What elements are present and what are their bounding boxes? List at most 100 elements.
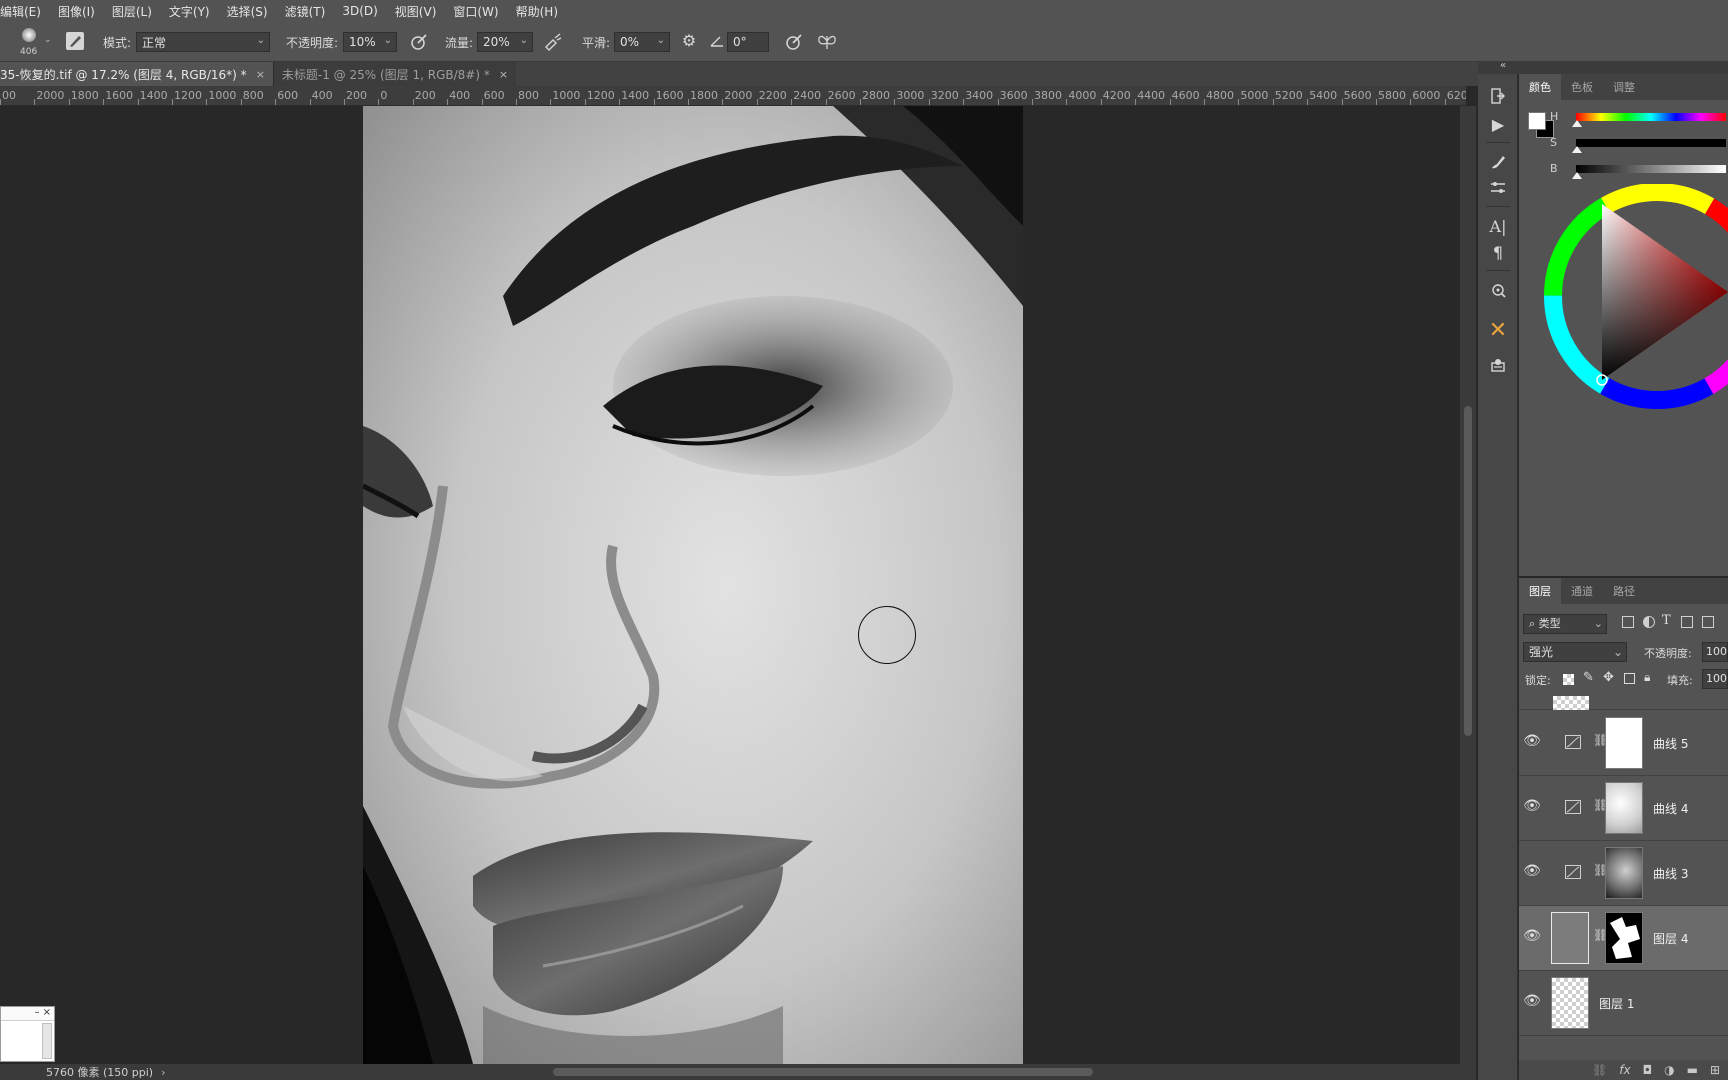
visibility-eye-icon[interactable]: 👁︎: [1523, 993, 1541, 1011]
layer-comps-icon[interactable]: [1484, 354, 1512, 378]
tab-color[interactable]: 颜色: [1519, 74, 1561, 100]
menu-type[interactable]: 文字(Y): [169, 3, 210, 20]
menu-window[interactable]: 窗口(W): [453, 3, 498, 20]
lock-all-icon[interactable]: 🔒︎: [1644, 670, 1650, 685]
airbrush-icon[interactable]: [543, 32, 563, 52]
saturation-slider[interactable]: [1576, 139, 1726, 147]
layer-row-partial[interactable]: [1519, 694, 1728, 710]
color-wheel[interactable]: [1519, 184, 1728, 434]
menu-image[interactable]: 图像(I): [58, 3, 95, 20]
play-actions-icon[interactable]: ▶: [1484, 112, 1512, 136]
mask-icon[interactable]: ◘: [1643, 1063, 1653, 1077]
smoothing-field[interactable]: 0% ⌄: [614, 32, 670, 52]
vertical-scrollbar[interactable]: [1460, 106, 1476, 1064]
lock-pixels-icon[interactable]: ✎: [1583, 670, 1594, 685]
layer-row-curves-3[interactable]: 👁︎ ⛓ 曲线 3: [1519, 841, 1728, 906]
saturation-brightness-triangle[interactable]: [1602, 204, 1728, 380]
layer-row-curves-4[interactable]: 👁︎ ⛓ 曲线 4: [1519, 776, 1728, 841]
link-icon[interactable]: ⛓: [1592, 1063, 1607, 1077]
dock-collapse-bar[interactable]: «: [1478, 60, 1728, 74]
filter-type-icon[interactable]: T: [1662, 613, 1671, 628]
close-icon[interactable]: ×: [256, 68, 265, 81]
menu-select[interactable]: 选择(S): [227, 3, 268, 20]
canvas-area[interactable]: [0, 106, 1460, 1064]
visibility-eye-icon[interactable]: 👁︎: [1523, 798, 1541, 816]
mini-window-scrollbar[interactable]: [42, 1023, 52, 1059]
pressure-opacity-icon[interactable]: [409, 32, 429, 52]
tab-document-35[interactable]: 35-恢复的.tif @ 17.2% (图层 4, RGB/16*) * ×: [0, 62, 273, 86]
visibility-eye-icon[interactable]: 👁︎: [1523, 863, 1541, 881]
document-canvas-photo[interactable]: [363, 106, 1023, 1064]
filter-smart-object-icon[interactable]: [1702, 616, 1714, 628]
layer-filter-select[interactable]: ⌕ 类型 ⌄: [1523, 614, 1607, 634]
hue-slider[interactable]: [1576, 113, 1726, 121]
tab-layers[interactable]: 图层: [1519, 578, 1561, 604]
adjustment-icon[interactable]: ◑: [1664, 1063, 1674, 1077]
blend-mode-select[interactable]: 强光 ⌄: [1523, 642, 1627, 662]
layer-name[interactable]: 图层 1: [1599, 995, 1634, 1012]
menu-3d[interactable]: 3D(D): [342, 4, 377, 18]
pressure-size-icon[interactable]: [784, 32, 804, 52]
paragraph-icon[interactable]: ¶: [1484, 240, 1512, 264]
new-layer-icon[interactable]: ⊞: [1710, 1063, 1720, 1077]
menu-edit[interactable]: 编辑(E): [0, 3, 41, 20]
flow-field[interactable]: 20% ⌄: [477, 32, 533, 52]
horizontal-scrollbar[interactable]: [0, 1064, 1476, 1080]
tab-adjustments[interactable]: 调整: [1603, 74, 1645, 100]
clone-source-icon[interactable]: [1484, 278, 1512, 302]
layer-thumbnail[interactable]: [1551, 977, 1589, 1029]
filter-adjustment-icon[interactable]: [1643, 616, 1655, 628]
menu-filter[interactable]: 滤镜(T): [285, 3, 326, 20]
layer-mask-thumbnail[interactable]: [1605, 782, 1643, 834]
layer-row-curves-5[interactable]: 👁︎ ⛓ 曲线 5: [1519, 711, 1728, 776]
layer-row-layer-1[interactable]: 👁︎ 图层 1: [1519, 971, 1728, 1036]
scrollbar-thumb[interactable]: [553, 1068, 1093, 1076]
angle-field[interactable]: 0°: [727, 32, 769, 52]
saturation-slider-knob[interactable]: [1572, 146, 1582, 153]
layer-name[interactable]: 图层 4: [1653, 930, 1688, 947]
layer-mask-thumbnail[interactable]: [1605, 847, 1643, 899]
hue-slider-knob[interactable]: [1572, 120, 1582, 127]
character-icon[interactable]: A|: [1484, 214, 1512, 238]
layer-mask-thumbnail[interactable]: [1605, 717, 1643, 769]
tab-swatches[interactable]: 色板: [1561, 74, 1603, 100]
tool-presets-icon[interactable]: ✕: [1484, 318, 1512, 343]
layer-row-layer-4[interactable]: 👁︎ ⛓ 图层 4: [1519, 906, 1728, 971]
layer-name[interactable]: 曲线 4: [1653, 800, 1688, 817]
opacity-field[interactable]: 10% ⌄: [343, 32, 397, 52]
chevron-right-icon[interactable]: ›: [161, 1066, 165, 1079]
scrollbar-thumb[interactable]: [1464, 406, 1472, 736]
lock-transparency-icon[interactable]: [1563, 674, 1574, 685]
layer-opacity-field[interactable]: 100%: [1702, 642, 1728, 662]
menu-layer[interactable]: 图层(L): [112, 3, 152, 20]
brush-panel-toggle-icon[interactable]: [66, 32, 84, 50]
brightness-slider-knob[interactable]: [1572, 172, 1582, 179]
folder-icon[interactable]: ▬: [1687, 1063, 1698, 1077]
lock-artboard-icon[interactable]: [1624, 673, 1635, 684]
visibility-eye-icon[interactable]: 👁︎: [1523, 928, 1541, 946]
layer-name[interactable]: 曲线 3: [1653, 865, 1688, 882]
tab-channels[interactable]: 通道: [1561, 578, 1603, 604]
history-icon[interactable]: [1484, 84, 1512, 108]
brightness-slider[interactable]: [1576, 165, 1726, 173]
brush-preset-picker[interactable]: 406 ⌄: [14, 26, 54, 58]
tab-document-untitled[interactable]: 未标题-1 @ 25% (图层 1, RGB/8#) * ×: [272, 62, 517, 86]
brush-presets-icon[interactable]: [1484, 176, 1512, 200]
fx-icon[interactable]: fx: [1619, 1063, 1630, 1077]
close-icon[interactable]: ×: [499, 68, 508, 81]
status-bar[interactable]: 5760 像素 (150 ppi) ›: [0, 1064, 190, 1080]
layer-name[interactable]: 曲线 5: [1653, 735, 1688, 752]
menu-help[interactable]: 帮助(H): [516, 3, 558, 20]
brush-settings-icon[interactable]: [1484, 150, 1512, 174]
gear-icon[interactable]: ⚙: [680, 32, 698, 50]
floating-mini-window[interactable]: – ×: [0, 1006, 55, 1062]
symmetry-butterfly-icon[interactable]: [816, 32, 838, 52]
visibility-eye-icon[interactable]: 👁︎: [1523, 733, 1541, 751]
tab-paths[interactable]: 路径: [1603, 578, 1645, 604]
menu-view[interactable]: 视图(V): [395, 3, 437, 20]
mode-select[interactable]: 正常 ⌄: [136, 32, 270, 52]
collapse-panels-icon[interactable]: «: [1500, 60, 1506, 71]
lock-position-icon[interactable]: ✥: [1603, 670, 1614, 685]
filter-shape-icon[interactable]: [1681, 616, 1693, 628]
mini-window-controls[interactable]: – ×: [1, 1007, 54, 1021]
